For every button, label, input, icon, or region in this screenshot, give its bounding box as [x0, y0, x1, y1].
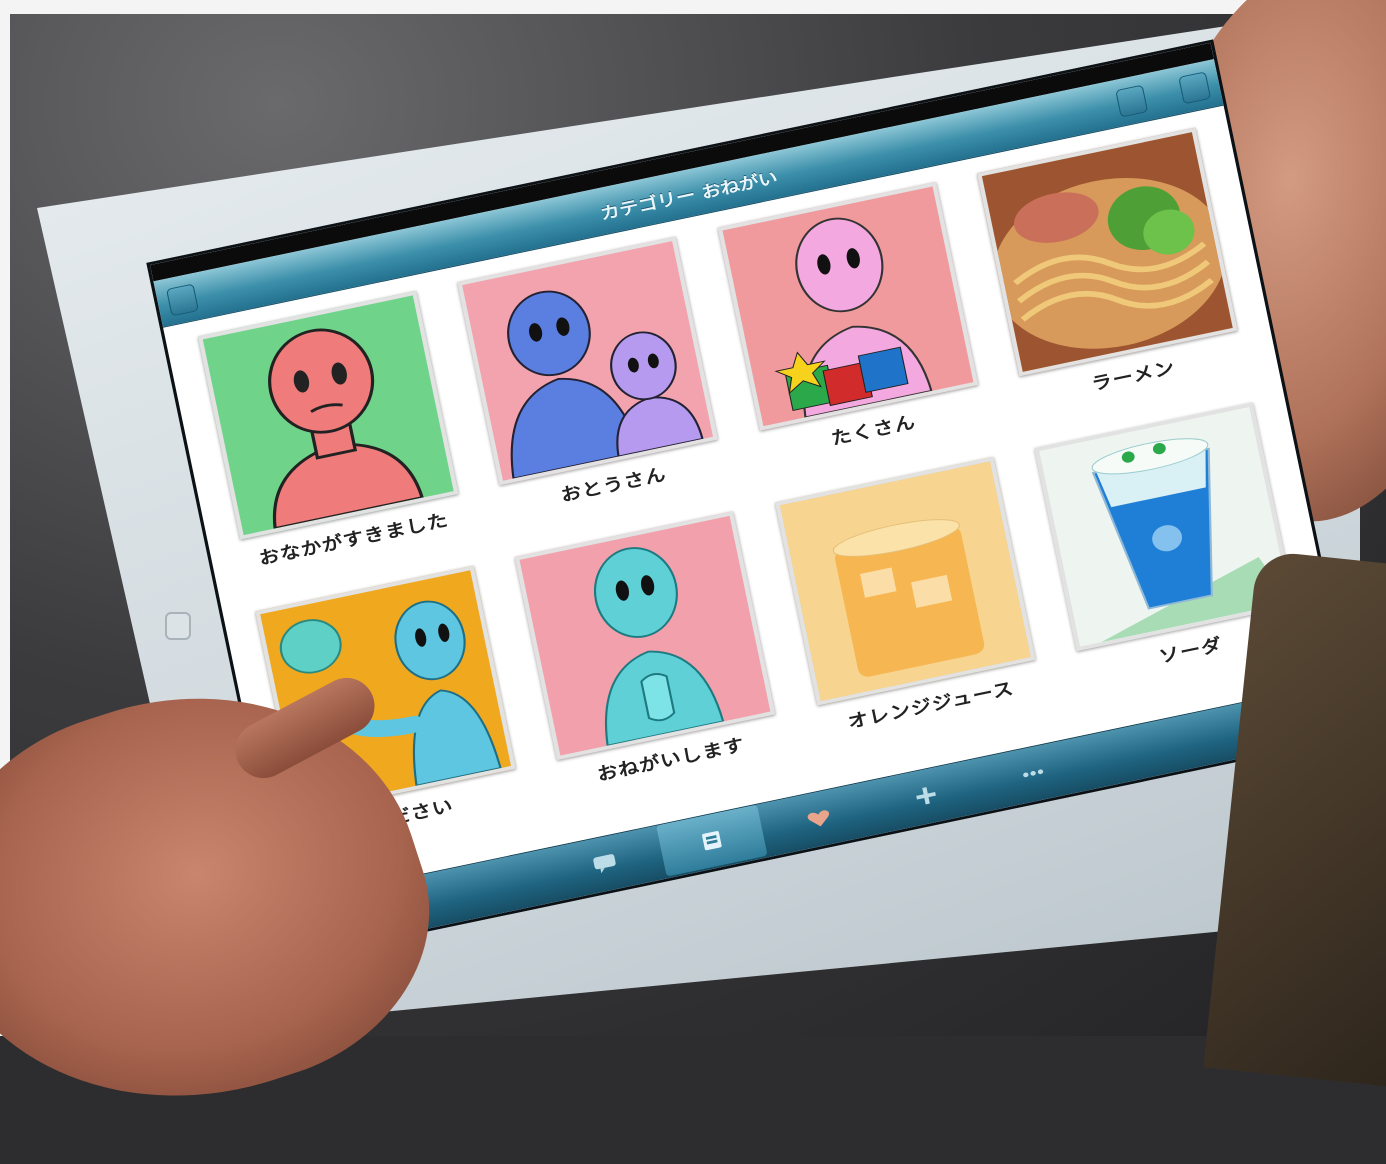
orange-juice-photo-icon — [774, 456, 1036, 706]
tab-chat[interactable] — [549, 827, 660, 899]
category-icon — [702, 831, 722, 851]
father-figure-icon — [457, 236, 719, 486]
frame-top — [0, 0, 1386, 14]
card-father[interactable]: おとうさん — [451, 235, 738, 553]
done-button[interactable] — [1178, 71, 1212, 105]
card-label: たくさん — [829, 411, 918, 450]
card-ramen[interactable]: ラーメン — [971, 126, 1258, 444]
card-label: ラーメン — [1089, 357, 1178, 395]
edit-button[interactable] — [1115, 84, 1149, 118]
tab-favorite[interactable] — [763, 782, 874, 854]
tab-category[interactable] — [656, 804, 768, 877]
more-icon — [1023, 769, 1044, 778]
many-gifts-figure-icon — [717, 182, 979, 431]
plus-icon — [916, 787, 936, 805]
card-orange-juice[interactable]: オレンジジュース — [769, 456, 1056, 774]
ramen-photo-icon — [977, 127, 1238, 377]
card-please[interactable]: おねがいします — [509, 510, 796, 828]
chat-icon — [593, 854, 616, 874]
card-many[interactable]: たくさん — [711, 181, 998, 499]
card-hungry[interactable]: おなかがすきました — [192, 290, 479, 608]
tab-more[interactable] — [977, 737, 1088, 809]
tab-add[interactable] — [870, 760, 981, 832]
heart-icon — [807, 810, 830, 827]
hungry-figure-icon — [197, 290, 459, 540]
please-figure-icon — [514, 511, 776, 761]
card-label: ソーダ — [1157, 634, 1225, 668]
